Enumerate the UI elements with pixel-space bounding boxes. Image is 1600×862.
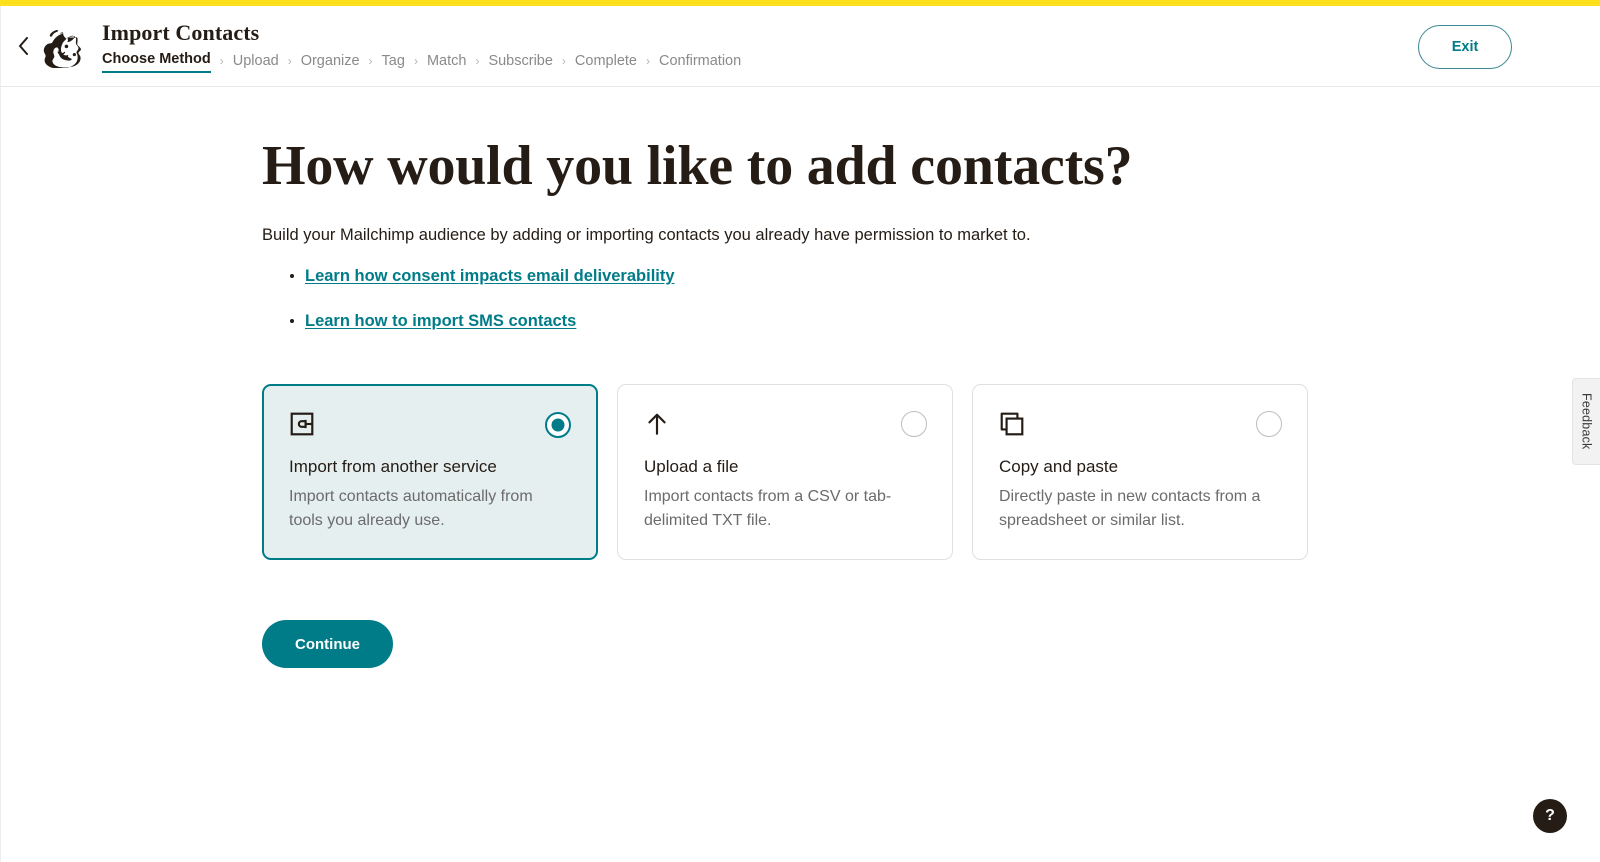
continue-button[interactable]: Continue: [262, 620, 393, 668]
page-title: Import Contacts: [102, 19, 260, 45]
chevron-left-icon: [18, 37, 29, 55]
breadcrumb-separator: ›: [561, 53, 566, 68]
help-link[interactable]: Learn how to import SMS contacts: [305, 312, 576, 330]
option-card-description: Import contacts from a CSV or tab-delimi…: [644, 488, 892, 529]
import-method-options: Import from another service Import contac…: [262, 384, 1600, 560]
breadcrumb-step-organize[interactable]: Organize: [301, 51, 360, 71]
help-button[interactable]: ?: [1533, 799, 1567, 833]
breadcrumb-step-confirmation[interactable]: Confirmation: [659, 51, 741, 71]
radio-button[interactable]: [901, 411, 927, 437]
list-item: Learn how consent impacts email delivera…: [262, 265, 1600, 288]
breadcrumb-separator: ›: [645, 53, 650, 68]
radio-button[interactable]: [1256, 411, 1282, 437]
breadcrumb-separator: ›: [413, 53, 418, 68]
upload-arrow-icon: [644, 411, 926, 437]
main-content: How would you like to add contacts? Buil…: [0, 87, 1600, 668]
mailchimp-freddie-logo: [40, 23, 86, 69]
help-links-list: Learn how consent impacts email delivera…: [262, 265, 1600, 333]
exit-button[interactable]: Exit: [1418, 25, 1512, 69]
intro-paragraph: Build your Mailchimp audience by adding …: [262, 226, 1031, 244]
feedback-tab-label: Feedback: [1579, 393, 1594, 450]
breadcrumb-step-upload[interactable]: Upload: [233, 51, 279, 71]
breadcrumb-separator: ›: [219, 53, 224, 68]
copy-duplicate-icon: [999, 411, 1281, 437]
question-mark-icon: ?: [1545, 807, 1555, 824]
breadcrumb-separator: ›: [475, 53, 480, 68]
page-headline: How would you like to add contacts?: [262, 135, 1133, 197]
option-card-title: Upload a file: [644, 457, 739, 476]
list-item: Learn how to import SMS contacts: [262, 310, 1600, 333]
option-card-copy-and-paste[interactable]: Copy and paste Directly paste in new cont…: [972, 384, 1308, 560]
option-card-import-from-another-service[interactable]: Import from another service Import contac…: [262, 384, 598, 560]
help-link[interactable]: Learn how consent impacts email delivera…: [305, 267, 675, 285]
page-header: Import Contacts Choose Method › Upload › Org…: [0, 6, 1600, 87]
breadcrumb-separator: ›: [287, 53, 292, 68]
header-text-block: Import Contacts Choose Method › Upload › Org…: [102, 20, 741, 73]
breadcrumb-step-subscribe[interactable]: Subscribe: [488, 51, 552, 71]
feedback-tab[interactable]: Feedback: [1572, 378, 1600, 465]
back-button[interactable]: [8, 31, 38, 61]
option-card-upload-a-file[interactable]: Upload a file Import contacts from a CSV …: [617, 384, 953, 560]
integration-plug-icon: [289, 411, 571, 437]
page-left-edge: [0, 6, 1, 862]
breadcrumb-step-complete[interactable]: Complete: [575, 51, 637, 71]
breadcrumb: Choose Method › Upload › Organize › Tag › Match ›…: [102, 49, 741, 73]
option-card-title: Copy and paste: [999, 457, 1119, 476]
option-card-description: Import contacts automatically from tools…: [289, 488, 533, 529]
radio-button[interactable]: [545, 412, 571, 438]
breadcrumb-step-tag[interactable]: Tag: [382, 51, 405, 71]
breadcrumb-step-match[interactable]: Match: [427, 51, 467, 71]
option-card-title: Import from another service: [289, 457, 497, 476]
breadcrumb-step-choose-method[interactable]: Choose Method: [102, 49, 211, 73]
option-card-description: Directly paste in new contacts from a sp…: [999, 488, 1261, 529]
breadcrumb-separator: ›: [368, 53, 373, 68]
